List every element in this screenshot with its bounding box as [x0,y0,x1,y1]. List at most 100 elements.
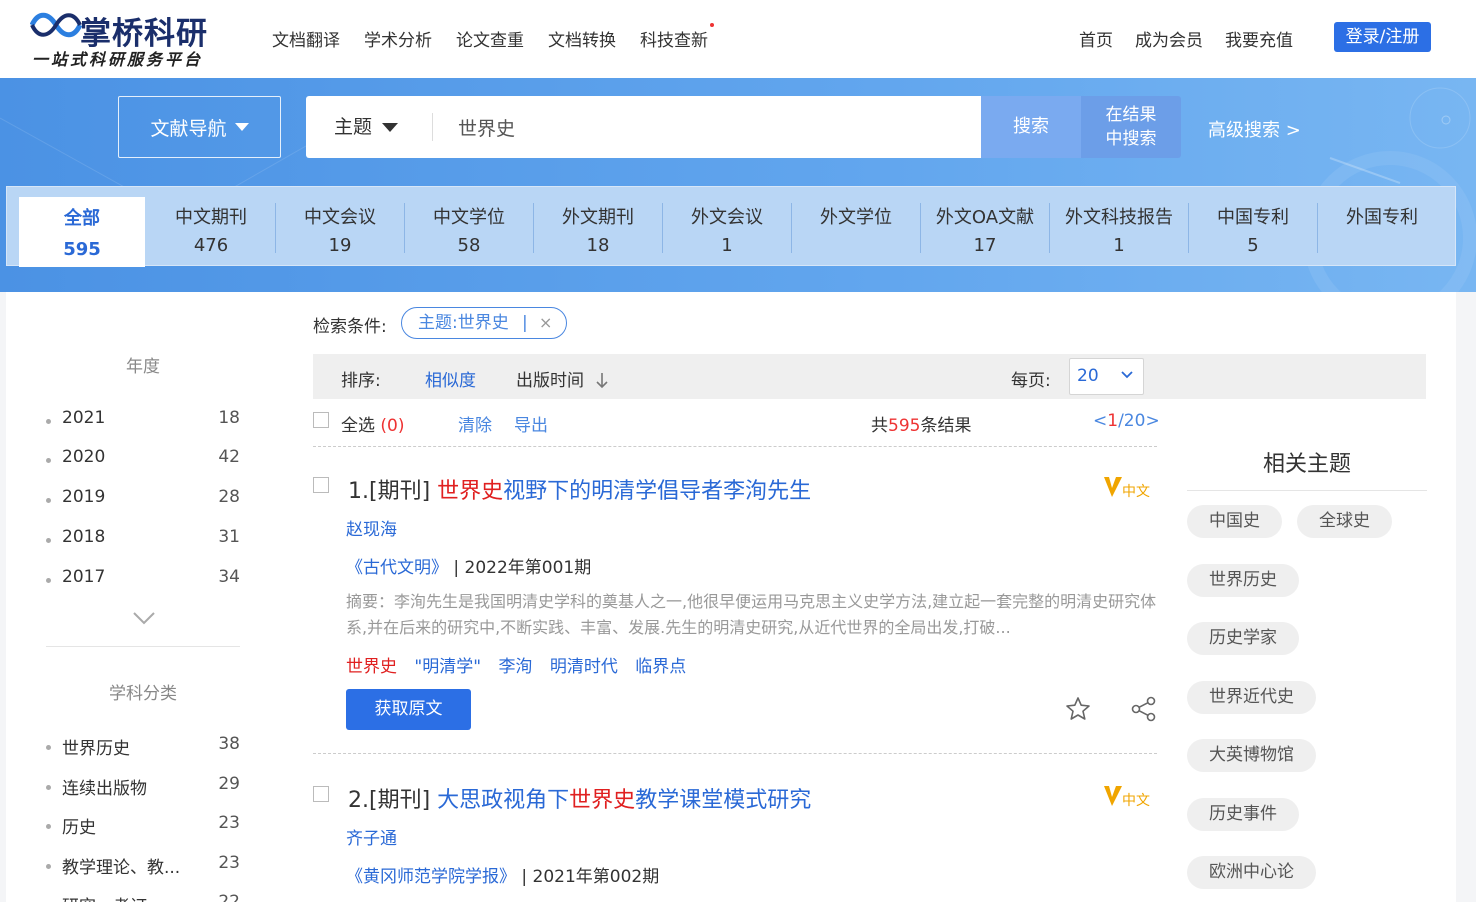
subject-filter-item[interactable]: 研究、考订 22 [46,892,246,902]
search-field-select[interactable]: 主题 [334,96,399,158]
subject-count: 23 [218,853,240,873]
tab-foreign-tech-report[interactable]: 外文科技报告 1 [1050,187,1188,267]
result-journal[interactable]: 《古代文明》 [346,558,448,578]
nav-home[interactable]: 首页 [1079,26,1113,51]
total-results: 共595条结果 [871,411,971,436]
related-topic-tag[interactable]: 世界近代史 [1187,681,1316,714]
tab-foreign-journal[interactable]: 外文期刊 18 [534,187,662,267]
advanced-search-link[interactable]: 高级搜索 > [1208,116,1301,142]
pager[interactable]: <1/20> [1093,411,1160,431]
keyword-link[interactable]: 世界史 [346,657,397,677]
chevron-down-icon[interactable] [132,610,156,626]
nav-doc-convert[interactable]: 文档转换 [548,26,616,51]
year-filter-item[interactable]: 2020 42 [46,447,246,477]
result-title-highlight: 世界史 [437,479,504,504]
search-button[interactable]: 搜索 [981,96,1081,158]
get-fulltext-button[interactable]: 获取原文 [346,689,471,730]
keyword-link[interactable]: 临界点 [635,657,686,677]
v-logo-icon [1104,786,1122,806]
result-title[interactable]: 1.[期刊] 世界史视野下的明清学倡导者李洵先生 [348,473,811,505]
tab-foreign-oa[interactable]: 外文OA文献 17 [921,187,1049,267]
pager-total-next[interactable]: /20> [1118,411,1160,431]
nav-novelty-search[interactable]: 科技查新 [640,23,714,51]
tab-label: 外国专利 [1346,207,1418,228]
keyword-link[interactable]: 李洵 [498,657,532,677]
result-journal[interactable]: 《黄冈师范学院学报》 [346,867,516,887]
subject-name: 研究、考订 [62,892,147,902]
tab-label: 中文学位 [433,207,505,228]
subject-name: 历史 [62,818,96,838]
search-input[interactable] [458,96,958,158]
select-all-label[interactable]: 全选 (0) [341,411,405,436]
nav-membership[interactable]: 成为会员 [1135,26,1203,51]
subject-filter-item[interactable]: 世界历史 38 [46,734,246,764]
keyword-link[interactable]: 明清时代 [550,657,618,677]
per-page-label: 每页: [1011,371,1051,391]
keyword-link[interactable]: "明清学" [414,657,481,677]
export-link[interactable]: 导出 [514,411,548,436]
result-title[interactable]: 2.[期刊] 大思政视角下世界史教学课堂模式研究 [348,782,811,814]
related-topic-tag[interactable]: 中国史 [1187,505,1282,538]
nav-doc-translate[interactable]: 文档翻译 [272,26,340,51]
literature-nav-dropdown[interactable]: 文献导航 [118,96,281,158]
tab-cn-journal[interactable]: 中文期刊 476 [147,187,275,267]
result-issue: | 2022年第001期 [448,558,592,578]
bullet-icon [46,745,51,750]
subject-filter-item[interactable]: 历史 23 [46,813,246,843]
per-page-select[interactable]: 20 [1069,358,1144,395]
result-author[interactable]: 赵现海 [346,515,397,540]
total-pre: 共 [871,416,888,436]
search-in-results-button[interactable]: 在结果 中搜索 [1081,96,1181,158]
tab-foreign-patent[interactable]: 外国专利 [1318,187,1446,267]
year-name: 2017 [62,567,106,587]
result-author[interactable]: 齐子通 [346,824,397,849]
subject-filter-item[interactable]: 教学理论、教... 23 [46,853,246,883]
year-filter-item[interactable]: 2021 18 [46,408,246,438]
year-filter-item[interactable]: 2017 34 [46,567,246,597]
close-icon[interactable]: × [539,308,552,338]
star-icon[interactable] [1064,695,1092,723]
tab-count: 595 [63,239,101,260]
condition-tag-text: 主题:世界史 [418,313,509,333]
total-count: 595 [888,416,921,436]
result-item: 2.[期刊] 大思政视角下世界史教学课堂模式研究 中文 齐子通 《黄冈师范学院学… [313,782,1157,902]
year-filter-item[interactable]: 2018 31 [46,527,246,557]
logo[interactable]: 掌桥科研 一站式科研服务平台 [30,6,230,70]
nav-plagiarism-check[interactable]: 论文查重 [456,26,524,51]
bullet-icon [46,785,51,790]
sort-pub-time[interactable]: 出版时间 [516,366,609,391]
search-conditions-label: 检索条件: [313,317,387,337]
tab-foreign-degree[interactable]: 外文学位 [792,187,920,267]
v-logo-icon [1104,477,1122,497]
nav-recharge[interactable]: 我要充值 [1225,26,1293,51]
related-topic-tag[interactable]: 历史学家 [1187,622,1299,655]
sort-label: 排序: [341,371,381,391]
login-register-button[interactable]: 登录/注册 [1334,22,1431,52]
tab-cn-conference[interactable]: 中文会议 19 [276,187,404,267]
pager-prev[interactable]: < [1093,411,1107,431]
selected-count: 0 [387,416,398,436]
tab-cn-patent[interactable]: 中国专利 5 [1189,187,1317,267]
related-topic-tag[interactable]: 世界历史 [1187,564,1299,597]
clear-selection-link[interactable]: 清除 [458,411,492,436]
nav-academic-analysis[interactable]: 学术分析 [364,26,432,51]
select-all-checkbox[interactable] [313,412,329,428]
year-name: 2019 [62,487,106,507]
tab-foreign-conference[interactable]: 外文会议 1 [663,187,791,267]
related-topic-tag[interactable]: 全球史 [1297,505,1392,538]
related-topic-tag[interactable]: 大英博物馆 [1187,739,1316,772]
subject-count: 23 [218,813,240,833]
related-topic-tag[interactable]: 欧洲中心论 [1187,856,1316,889]
result-checkbox[interactable] [313,786,329,802]
subject-filter-item[interactable]: 连续出版物 29 [46,774,246,804]
year-filter-item[interactable]: 2019 28 [46,487,246,517]
sort-relevance[interactable]: 相似度 [425,366,476,391]
share-icon[interactable] [1130,695,1158,723]
nav-novelty-search-label: 科技查新 [640,31,708,51]
result-checkbox[interactable] [313,477,329,493]
tab-count: 1 [1113,235,1125,256]
tab-cn-degree[interactable]: 中文学位 58 [405,187,533,267]
tab-all[interactable]: 全部 595 [19,197,145,267]
tab-count: 476 [193,235,229,256]
related-topic-tag[interactable]: 历史事件 [1187,798,1299,831]
